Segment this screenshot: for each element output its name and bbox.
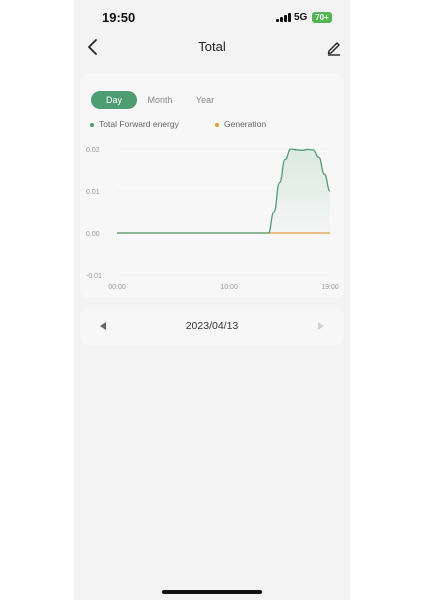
tab-month[interactable]: Month — [141, 91, 179, 109]
page-title: Total — [198, 39, 226, 54]
tab-year[interactable]: Year — [189, 91, 221, 109]
y-tick-label: 0.02 — [86, 147, 100, 154]
current-date[interactable]: 2023/04/13 — [80, 320, 344, 332]
legend-item-generation[interactable]: Generation — [215, 119, 266, 129]
y-tick-label: 0.00 — [86, 231, 100, 238]
battery-icon: 70+ — [312, 12, 332, 23]
legend-label: Total Forward energy — [99, 119, 179, 129]
legend-dot-icon — [215, 122, 219, 127]
tab-day[interactable]: Day — [91, 91, 137, 109]
date-navigator: 2023/04/13 — [80, 308, 344, 345]
status-time: 19:50 — [102, 10, 136, 25]
y-tick-label: -0.01 — [86, 273, 102, 280]
phone-screen: 19:50 5G 70+ Total Day Month Year Total … — [74, 0, 350, 600]
signal-icon — [276, 13, 292, 22]
page-header: Total — [74, 34, 350, 60]
network-label: 5G — [294, 12, 308, 23]
y-tick-label: 0.01 — [86, 189, 100, 196]
next-date-icon[interactable] — [316, 321, 326, 331]
edit-icon[interactable] — [324, 37, 344, 57]
x-tick-label: 10:00 — [220, 284, 238, 291]
status-bar: 19:50 5G 70+ — [74, 0, 350, 34]
legend-label: Generation — [224, 119, 267, 129]
chart-card: Day Month Year Total Forward energy Gene… — [80, 74, 344, 298]
x-tick-label: 19:00 — [321, 284, 339, 291]
energy-chart: 0.02 0.01 0.00 -0.01 00:00 10:00 19:00 — [86, 147, 339, 291]
x-tick-label: 00:00 — [108, 284, 126, 291]
legend-dot-icon — [90, 122, 94, 127]
forward-energy-area — [117, 149, 330, 233]
legend-item-forward-energy[interactable]: Total Forward energy — [90, 119, 179, 129]
home-indicator[interactable] — [162, 590, 262, 594]
